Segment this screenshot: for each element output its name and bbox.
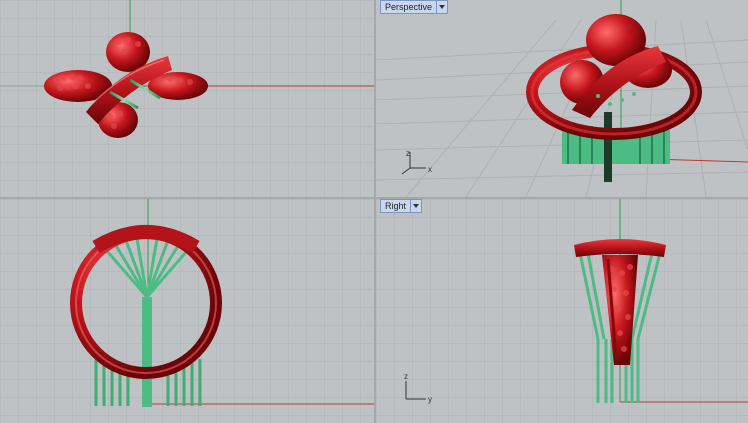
viewport-perspective[interactable]: z x Perspective xyxy=(376,0,748,197)
viewport-divider-horizontal[interactable] xyxy=(0,197,748,199)
viewport-top-canvas[interactable] xyxy=(0,0,374,197)
chevron-down-icon[interactable] xyxy=(437,0,449,14)
viewport-right-canvas[interactable]: z y xyxy=(376,199,748,423)
ring-model-perspective[interactable] xyxy=(526,14,702,182)
viewport-divider-vertical[interactable] xyxy=(374,0,376,423)
viewport-label-perspective[interactable]: Perspective xyxy=(380,0,438,14)
viewport-title-right[interactable]: Right xyxy=(380,199,423,213)
viewport-label-right[interactable]: Right xyxy=(380,199,412,213)
viewport-front-canvas[interactable] xyxy=(0,199,374,423)
viewport-title-perspective[interactable]: Perspective xyxy=(380,0,449,14)
z-axis-label: z xyxy=(406,149,410,158)
viewport-front[interactable] xyxy=(0,199,374,423)
viewport-top[interactable] xyxy=(0,0,374,197)
y-axis-label: y xyxy=(428,395,432,404)
viewport-perspective-canvas[interactable]: z x xyxy=(376,0,748,197)
viewport-right[interactable]: z y Right xyxy=(376,199,748,423)
x-axis-label: x xyxy=(428,165,432,174)
perspective-axis-gizmo: z x xyxy=(401,149,432,175)
rhino-viewport-layout: z x Perspective z y Right xyxy=(0,0,748,423)
z-axis-label: z xyxy=(404,372,408,381)
chevron-down-icon[interactable] xyxy=(411,199,423,213)
